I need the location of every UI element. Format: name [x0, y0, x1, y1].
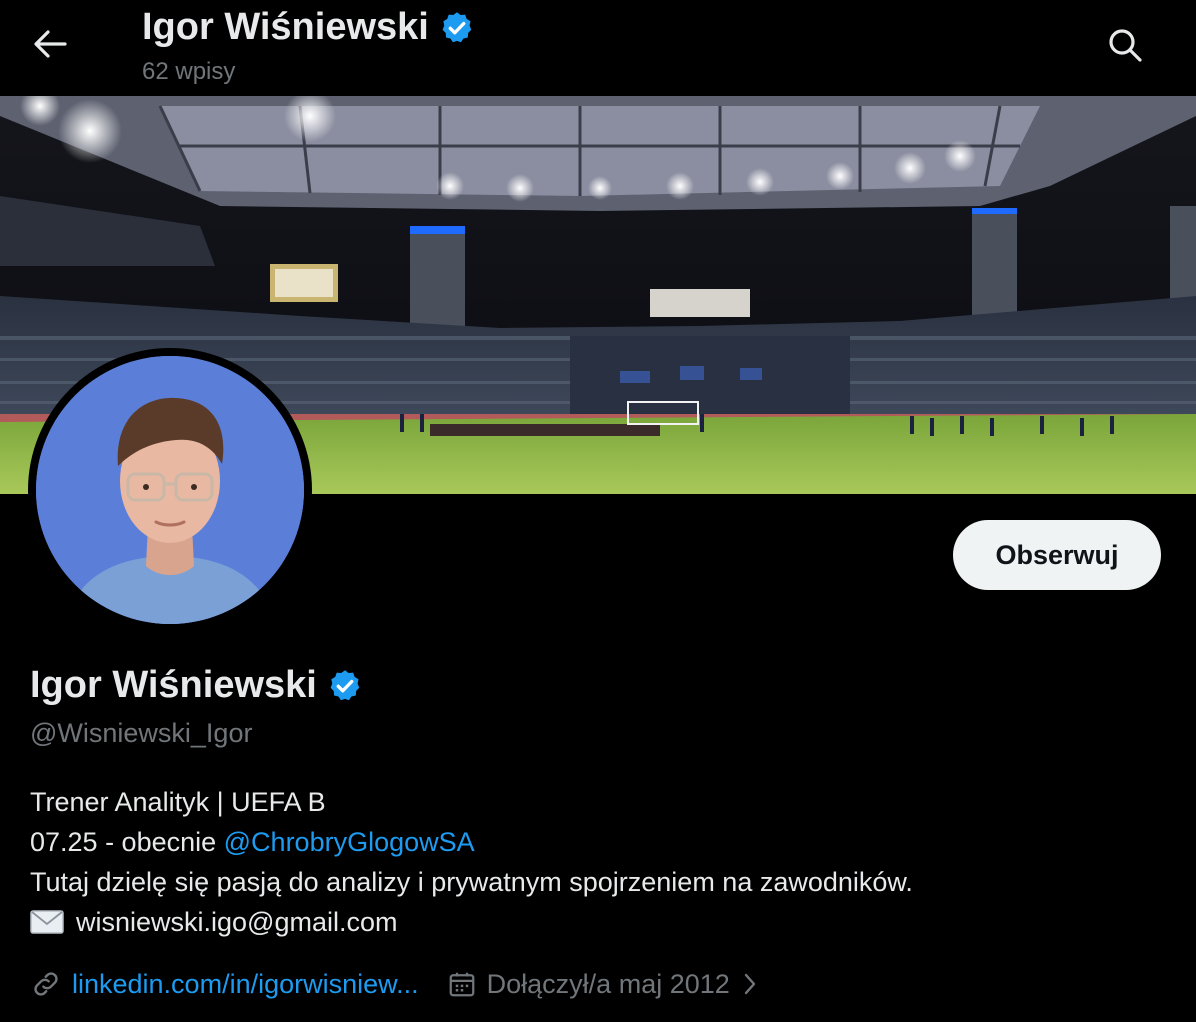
bio-line: Tutaj dzielę się pasją do analizy i pryw…: [30, 867, 913, 897]
link-icon: [30, 968, 62, 1000]
avatar-border: [28, 348, 312, 632]
profile-handle: @Wisniewski_Igor: [30, 718, 253, 748]
joined-date[interactable]: Dołączył/a maj 2012: [487, 969, 730, 1000]
chevron-right-icon[interactable]: [740, 970, 760, 998]
follow-button[interactable]: Obserwuj: [953, 520, 1161, 590]
posts-count: 62 wpisy: [142, 58, 236, 85]
website-link[interactable]: linkedin.com/in/igorwisniew...: [72, 969, 419, 1000]
back-button[interactable]: [26, 22, 74, 66]
verified-badge-icon: [442, 11, 472, 42]
verified-badge-icon[interactable]: [327, 668, 363, 704]
profile-display-name: Igor Wiśniewski: [30, 664, 317, 706]
profile-name-row: Igor Wiśniewski: [30, 664, 363, 707]
profile-bio: Trener Analityk | UEFA B 07.25 - obecnie…: [30, 782, 1170, 942]
profile-meta: linkedin.com/in/igorwisniew... Dołączył/…: [30, 962, 760, 1006]
bio-line: 07.25 - obecnie @ChrobryGlogowSA: [30, 822, 1170, 862]
header-name: Igor Wiśniewski: [142, 6, 429, 48]
bio-text: 07.25 - obecnie: [30, 827, 224, 857]
bio-line: wisniewski.igo@gmail.com: [30, 902, 1170, 942]
avatar-portrait: [36, 356, 304, 624]
bio-email: wisniewski.igo@gmail.com: [76, 907, 398, 937]
calendar-icon: [447, 969, 477, 999]
top-bar: Igor Wiśniewski 62 wpisy: [0, 0, 1196, 96]
arrow-left-icon: [34, 30, 67, 58]
bio-line: Trener Analityk | UEFA B: [30, 787, 326, 817]
avatar[interactable]: [36, 356, 304, 624]
search-icon: [1109, 29, 1142, 62]
envelope-icon: [30, 910, 64, 934]
mention-link[interactable]: @ChrobryGlogowSA: [224, 827, 475, 857]
search-button[interactable]: [1100, 20, 1150, 70]
header-name-row: Igor Wiśniewski: [142, 6, 475, 49]
